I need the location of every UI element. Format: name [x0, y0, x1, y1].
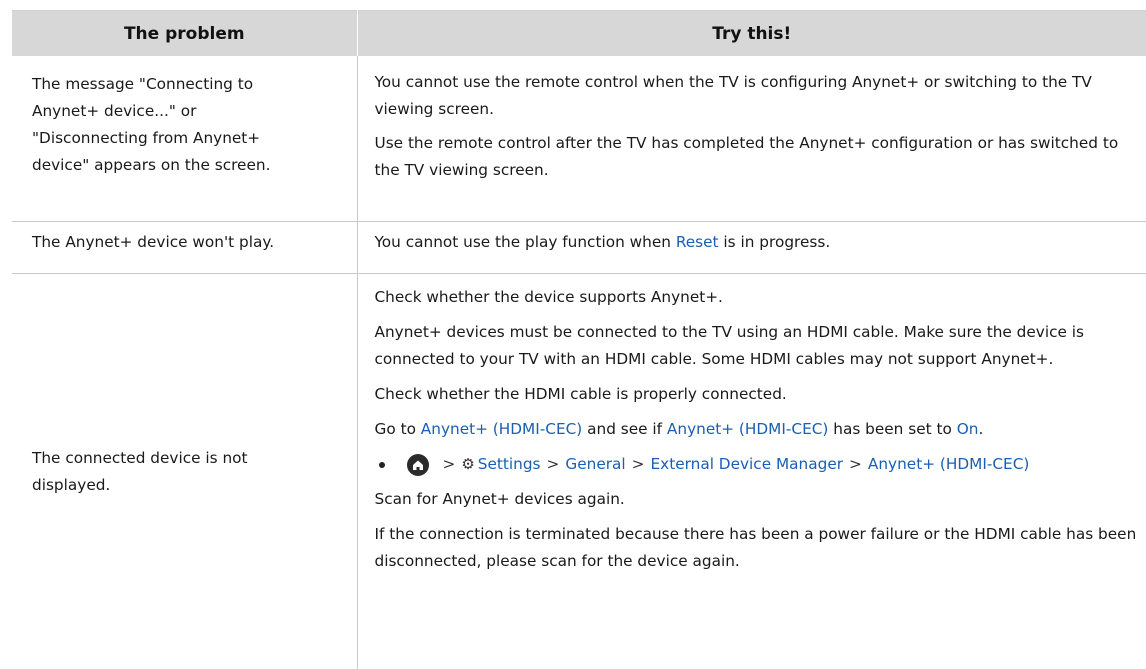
gear-icon: ⚙: [461, 451, 474, 478]
header-try-this: Try this!: [357, 11, 1146, 57]
solution-text: If the connection is terminated because …: [375, 521, 1143, 575]
on-link[interactable]: On: [957, 420, 979, 438]
header-problem: The problem: [12, 11, 357, 57]
path-settings[interactable]: Settings: [478, 451, 541, 478]
solution-cell: You cannot use the play function when Re…: [357, 222, 1146, 274]
problem-cell: The connected device is not displayed.: [12, 274, 357, 669]
path-separator: >: [547, 451, 560, 478]
solution-text-part: and see if: [582, 420, 667, 438]
anynet-link[interactable]: Anynet+ (HDMI-CEC): [421, 420, 582, 438]
solution-text: Scan for Anynet+ devices again.: [375, 486, 1143, 513]
table-row: The message "Connecting to Anynet+ devic…: [12, 56, 1146, 222]
anynet-link[interactable]: Anynet+ (HDMI-CEC): [667, 420, 828, 438]
path-general[interactable]: General: [565, 451, 625, 478]
bullet-icon: [379, 462, 385, 468]
table-row: The Anynet+ device won't play. You canno…: [12, 222, 1146, 274]
table-row: The connected device is not displayed. C…: [12, 274, 1146, 669]
solution-text-part: .: [978, 420, 983, 438]
solution-text-part: is in progress.: [719, 233, 831, 251]
solution-cell: Check whether the device supports Anynet…: [357, 274, 1146, 669]
troubleshooting-table: The problem Try this! The message "Conne…: [12, 10, 1146, 669]
problem-text: The Anynet+ device won't play.: [32, 229, 347, 256]
solution-text-part: has been set to: [828, 420, 956, 438]
path-separator: >: [443, 451, 456, 478]
path-separator: >: [632, 451, 645, 478]
solution-text: Use the remote control after the TV has …: [375, 130, 1143, 184]
problem-cell: The message "Connecting to Anynet+ devic…: [12, 56, 357, 222]
home-icon: [407, 454, 429, 476]
path-separator: >: [849, 451, 862, 478]
table-header-row: The problem Try this!: [12, 11, 1146, 57]
solution-text-part: You cannot use the play function when: [375, 233, 676, 251]
problem-text: The connected device is not displayed.: [32, 445, 292, 499]
solution-text: Check whether the HDMI cable is properly…: [375, 381, 1143, 408]
menu-path: > ⚙ Settings > General > External Device…: [375, 451, 1143, 478]
problem-cell: The Anynet+ device won't play.: [12, 222, 357, 274]
reset-link[interactable]: Reset: [676, 233, 719, 251]
path-external-device-manager[interactable]: External Device Manager: [650, 451, 843, 478]
solution-text: Go to Anynet+ (HDMI-CEC) and see if Anyn…: [375, 416, 1143, 443]
solution-text: Anynet+ devices must be connected to the…: [375, 319, 1143, 373]
path-anynet[interactable]: Anynet+ (HDMI-CEC): [868, 451, 1029, 478]
problem-text: The message "Connecting to Anynet+ devic…: [32, 71, 312, 179]
solution-text-part: Go to: [375, 420, 421, 438]
solution-text: Check whether the device supports Anynet…: [375, 284, 1143, 311]
solution-text: You cannot use the remote control when t…: [375, 69, 1143, 123]
solution-text: You cannot use the play function when Re…: [375, 229, 1143, 256]
solution-cell: You cannot use the remote control when t…: [357, 56, 1146, 222]
